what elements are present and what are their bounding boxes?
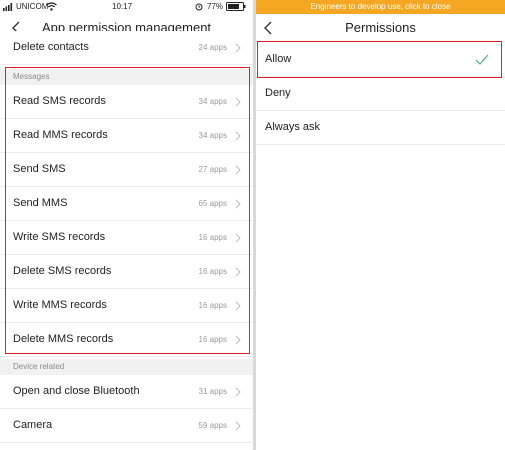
- app-count: 16 apps: [198, 233, 227, 242]
- app-count: 34 apps: [198, 97, 227, 106]
- chevron-right-icon: [235, 131, 241, 141]
- page-title: Permissions: [345, 20, 416, 35]
- list-item-label: Send SMS: [13, 163, 66, 175]
- wifi-icon: [46, 2, 57, 11]
- app-count: 16 apps: [198, 335, 227, 344]
- chevron-right-icon: [235, 233, 241, 243]
- list-item-camera[interactable]: Camera 59 apps: [0, 409, 253, 443]
- list-item-delete-sms[interactable]: Delete SMS records 16 apps: [0, 255, 253, 289]
- app-count: 59 apps: [198, 421, 227, 430]
- list-item-read-sms[interactable]: Read SMS records 34 apps: [0, 85, 253, 119]
- signal-icon: [3, 3, 13, 11]
- list-item-delete-contacts[interactable]: Delete contacts 24 apps: [0, 31, 253, 65]
- app-count: 34 apps: [198, 131, 227, 140]
- list-item-label: Write MMS records: [13, 299, 107, 311]
- chevron-right-icon: [235, 165, 241, 175]
- list-item-write-mms[interactable]: Write MMS records 16 apps: [0, 289, 253, 323]
- developer-banner[interactable]: Engineers to develop use, click to close: [256, 0, 505, 14]
- option-always-ask[interactable]: Always ask: [256, 111, 505, 145]
- clock: 10:17: [112, 2, 133, 11]
- option-deny[interactable]: Deny: [256, 77, 505, 111]
- carrier-name: UNICOM: [16, 2, 49, 11]
- section-header-messages: Messages: [0, 69, 253, 85]
- chevron-right-icon: [235, 301, 241, 311]
- option-label: Deny: [265, 87, 291, 99]
- app-permission-screen: UNICOM 10:17 77% App permission manageme…: [0, 0, 253, 450]
- chevron-right-icon: [235, 335, 241, 345]
- list-item-read-mms[interactable]: Read MMS records 34 apps: [0, 119, 253, 153]
- chevron-right-icon: [235, 43, 241, 53]
- list-item-write-sms[interactable]: Write SMS records 16 apps: [0, 221, 253, 255]
- app-count: 16 apps: [198, 301, 227, 310]
- list-item-bluetooth[interactable]: Open and close Bluetooth 31 apps: [0, 375, 253, 409]
- list-item-delete-mms[interactable]: Delete MMS records 16 apps: [0, 323, 253, 357]
- chevron-right-icon: [235, 387, 241, 397]
- list-item-label: Delete MMS records: [13, 333, 114, 345]
- chevron-right-icon: [235, 267, 241, 277]
- list-item-label: Camera: [13, 419, 53, 431]
- app-count: 27 apps: [198, 165, 227, 174]
- header: Permissions: [256, 14, 505, 42]
- alarm-icon: [195, 3, 203, 11]
- chevron-right-icon: [235, 97, 241, 107]
- battery-percent: 77%: [207, 2, 224, 11]
- option-allow[interactable]: Allow: [256, 43, 505, 77]
- battery-icon: [226, 2, 246, 11]
- list-item-label: Read MMS records: [13, 129, 108, 141]
- section-label: Messages: [13, 72, 50, 81]
- chevron-right-icon: [235, 199, 241, 209]
- app-count: 16 apps: [198, 267, 227, 276]
- list-item-label: Read SMS records: [13, 95, 106, 107]
- option-label: Allow: [265, 53, 292, 65]
- list-item-label: Send MMS: [13, 197, 68, 209]
- status-bar: UNICOM 10:17 77%: [0, 0, 253, 14]
- app-count: 24 apps: [198, 43, 227, 52]
- app-count: 31 apps: [198, 387, 227, 396]
- section-label: Device related: [13, 362, 65, 371]
- chevron-right-icon: [235, 421, 241, 431]
- list-item-label: Delete contacts: [13, 41, 89, 53]
- list-item-send-mms[interactable]: Send MMS 65 apps: [0, 187, 253, 221]
- app-count: 65 apps: [198, 199, 227, 208]
- permissions-screen: Engineers to develop use, click to close…: [256, 0, 505, 450]
- list-item-label: Delete SMS records: [13, 265, 112, 277]
- option-label: Always ask: [265, 121, 321, 133]
- check-icon: [475, 54, 489, 65]
- list-item-send-sms[interactable]: Send SMS 27 apps: [0, 153, 253, 187]
- list-item-label: Open and close Bluetooth: [13, 385, 140, 397]
- section-header-device: Device related: [0, 359, 253, 375]
- list-item-label: Write SMS records: [13, 231, 106, 243]
